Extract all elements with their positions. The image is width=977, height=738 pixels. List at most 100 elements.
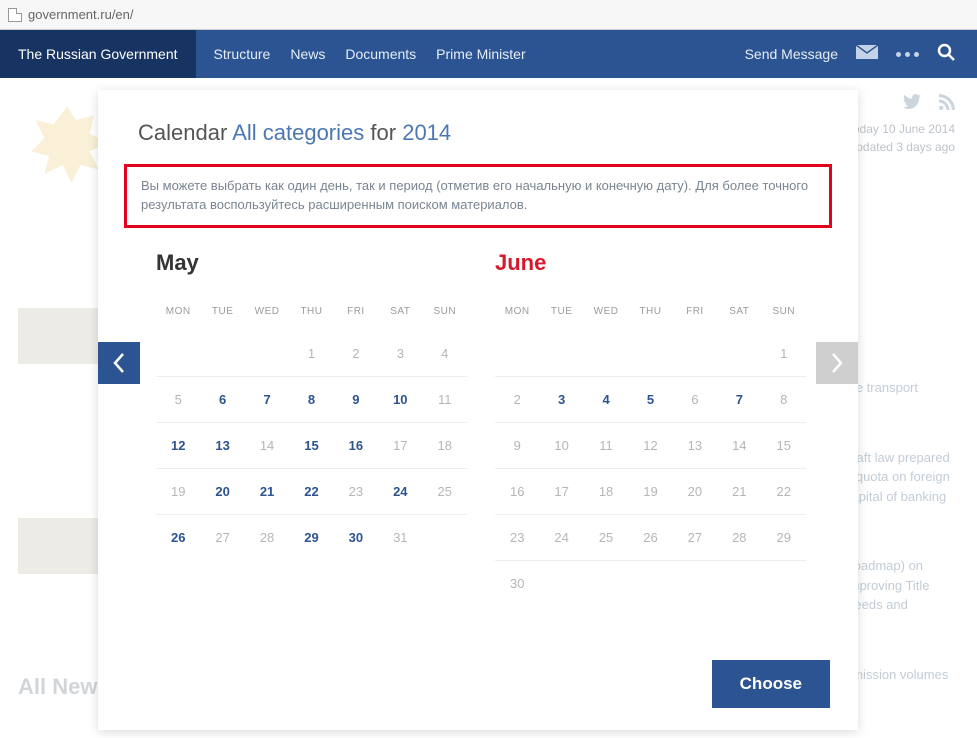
dow-header: WED	[245, 298, 289, 331]
calendar-day[interactable]: 2	[334, 331, 378, 377]
calendar-day[interactable]: 23	[495, 515, 539, 561]
year-link[interactable]: 2014	[402, 120, 451, 145]
calendar-day[interactable]: 25	[584, 515, 628, 561]
calendar-day[interactable]: 23	[334, 469, 378, 515]
site-brand[interactable]: The Russian Government	[0, 30, 196, 78]
envelope-icon[interactable]	[856, 45, 878, 64]
calendar-day[interactable]: 30	[495, 561, 539, 607]
bg-thumb-2	[18, 518, 108, 574]
next-month-button[interactable]	[816, 342, 858, 384]
calendar-day[interactable]: 5	[156, 377, 200, 423]
calendar-day[interactable]: 14	[717, 423, 761, 469]
calendar-day[interactable]: 3	[539, 377, 583, 423]
calendar-day[interactable]: 28	[717, 515, 761, 561]
calendar-day[interactable]: 13	[200, 423, 244, 469]
calendar-day[interactable]: 7	[245, 377, 289, 423]
calendar-day[interactable]: 26	[628, 515, 672, 561]
calendar-day[interactable]: 9	[334, 377, 378, 423]
calendar-day[interactable]: 19	[156, 469, 200, 515]
calendar-day[interactable]: 1	[289, 331, 333, 377]
calendar-day[interactable]: 31	[378, 515, 422, 561]
dow-header: SUN	[762, 298, 806, 331]
dow-header: SAT	[378, 298, 422, 331]
calendar-day[interactable]: 12	[628, 423, 672, 469]
calendar-day[interactable]: 3	[378, 331, 422, 377]
calendar-day[interactable]: 12	[156, 423, 200, 469]
search-icon[interactable]	[937, 43, 955, 66]
calendar-day[interactable]: 30	[334, 515, 378, 561]
calendar-day[interactable]: 21	[245, 469, 289, 515]
calendar-day[interactable]: 20	[673, 469, 717, 515]
calendar-day[interactable]: 9	[495, 423, 539, 469]
calendar-day[interactable]: 6	[673, 377, 717, 423]
calendar-day[interactable]: 18	[584, 469, 628, 515]
calendar-day[interactable]: 4	[423, 331, 467, 377]
calendar-day[interactable]: 1	[762, 331, 806, 377]
calendar-day[interactable]: 19	[628, 469, 672, 515]
calendar-day[interactable]: 15	[289, 423, 333, 469]
calendar-day[interactable]: 18	[423, 423, 467, 469]
dow-header: TUE	[539, 298, 583, 331]
month-name: May	[156, 250, 467, 278]
dow-header: TUE	[200, 298, 244, 331]
calendar-day[interactable]: 27	[200, 515, 244, 561]
calendar-day[interactable]: 2	[495, 377, 539, 423]
calendar-day[interactable]: 15	[762, 423, 806, 469]
calendar-day[interactable]: 25	[423, 469, 467, 515]
calendar-day[interactable]: 10	[539, 423, 583, 469]
all-news-heading: All News	[18, 674, 110, 700]
calendar-day[interactable]: 14	[245, 423, 289, 469]
calendar-day[interactable]: 20	[200, 469, 244, 515]
more-icon[interactable]	[896, 52, 919, 57]
nav-links: Structure News Documents Prime Minister	[196, 46, 526, 62]
calendar-day	[245, 331, 289, 377]
rss-icon[interactable]	[939, 94, 955, 115]
nav-documents[interactable]: Documents	[345, 46, 416, 62]
calendar-day[interactable]: 16	[495, 469, 539, 515]
calendar-day	[156, 331, 200, 377]
prev-month-button[interactable]	[98, 342, 140, 384]
calendar-day[interactable]: 11	[423, 377, 467, 423]
calendar-day[interactable]: 17	[539, 469, 583, 515]
calendar-day[interactable]: 10	[378, 377, 422, 423]
calendar-day[interactable]: 11	[584, 423, 628, 469]
calendar-day[interactable]: 21	[717, 469, 761, 515]
dow-header: MON	[156, 298, 200, 331]
calendar-day[interactable]: 4	[584, 377, 628, 423]
calendar-day[interactable]: 22	[762, 469, 806, 515]
dow-header: SAT	[717, 298, 761, 331]
page-icon	[8, 8, 22, 22]
calendar-day[interactable]: 29	[289, 515, 333, 561]
category-link[interactable]: All categories	[232, 120, 364, 145]
months-container: MayMONTUEWEDTHUFRISATSUN1234567891011121…	[98, 250, 858, 607]
calendar-day[interactable]: 13	[673, 423, 717, 469]
calendar-day[interactable]: 17	[378, 423, 422, 469]
calendar-day[interactable]: 6	[200, 377, 244, 423]
calendar-day[interactable]: 26	[156, 515, 200, 561]
bg-snippets: the transport draft law prepared a quota…	[845, 378, 955, 734]
dow-header: FRI	[334, 298, 378, 331]
calendar-day	[628, 331, 672, 377]
nav-prime-minister[interactable]: Prime Minister	[436, 46, 525, 62]
choose-button[interactable]: Choose	[712, 660, 830, 708]
for-word: for	[370, 120, 396, 145]
calendar-day[interactable]: 8	[762, 377, 806, 423]
nav-news[interactable]: News	[290, 46, 325, 62]
calendar-day[interactable]: 16	[334, 423, 378, 469]
send-message-link[interactable]: Send Message	[745, 46, 838, 62]
updated-text: Updated 3 days ago	[847, 138, 955, 156]
calendar-day[interactable]: 24	[378, 469, 422, 515]
calendar-day[interactable]: 5	[628, 377, 672, 423]
calendar-day[interactable]: 7	[717, 377, 761, 423]
calendar-grid: MONTUEWEDTHUFRISATSUN1234567891011121314…	[156, 298, 467, 561]
calendar-day[interactable]: 28	[245, 515, 289, 561]
calendar-day[interactable]: 22	[289, 469, 333, 515]
calendar-day[interactable]: 29	[762, 515, 806, 561]
nav-structure[interactable]: Structure	[214, 46, 271, 62]
calendar-day[interactable]: 24	[539, 515, 583, 561]
calendar-day[interactable]: 27	[673, 515, 717, 561]
today-text: Today 10 June 2014	[847, 120, 955, 138]
calendar-day	[717, 561, 761, 607]
twitter-icon[interactable]	[903, 94, 921, 115]
calendar-day[interactable]: 8	[289, 377, 333, 423]
